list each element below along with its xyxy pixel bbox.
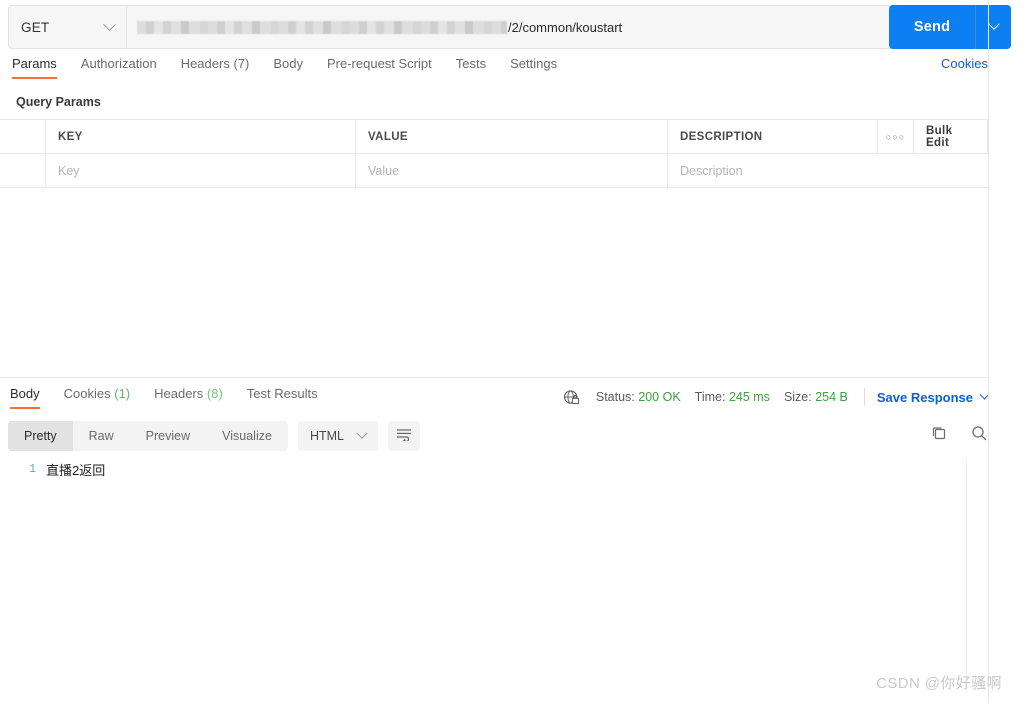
bulk-edit-label: Bulk Edit — [926, 124, 953, 149]
response-format-select[interactable]: HTML — [297, 421, 378, 451]
tab-label: Headers — [154, 386, 204, 401]
column-header-key: KEY — [46, 120, 356, 153]
view-mode-visualize[interactable]: Visualize — [206, 421, 288, 451]
save-response-label: Save Response — [876, 389, 973, 405]
response-view-mode-group: Pretty Raw Preview Visualize — [8, 421, 288, 451]
param-description-input[interactable]: Description — [668, 154, 878, 187]
url-visible-tail: /2/common/koustart — [508, 19, 623, 35]
tab-label: Cookies — [63, 386, 111, 401]
table-row: Key Value Description — [0, 154, 988, 188]
postman-app-window: GET /2/common/koustart Send Params Autho… — [0, 0, 1024, 703]
request-url-bar: GET /2/common/koustart — [8, 5, 980, 49]
request-tab-bar: Params Authorization Headers (7) Body Pr… — [0, 56, 988, 88]
line-number: 1 — [29, 463, 36, 476]
tab-label: Authorization — [80, 56, 157, 71]
column-header-description: DESCRIPTION — [668, 120, 878, 153]
tab-headers[interactable]: Headers (7) — [181, 56, 250, 79]
send-button[interactable]: Send — [889, 5, 975, 49]
watermark: CSDN @你好骚啊 — [876, 675, 1002, 692]
chevron-down-icon — [987, 18, 1000, 30]
pane-splitter[interactable] — [0, 377, 988, 378]
column-header-value: VALUE — [356, 120, 668, 153]
time-value: 245 ms — [728, 390, 770, 404]
send-options-button[interactable] — [975, 5, 1011, 49]
tab-count: (7) — [233, 56, 250, 71]
query-params-table: KEY VALUE DESCRIPTION ○○○ Bulk Edit Key … — [0, 119, 988, 188]
meta-divider — [863, 388, 865, 406]
bulk-edit-button[interactable]: Bulk Edit — [914, 120, 988, 153]
tab-label: Tests — [455, 56, 487, 71]
tab-pre-request-script[interactable]: Pre-request Script — [327, 56, 432, 79]
response-tool-icons — [930, 424, 988, 442]
size-value: 254 B — [815, 390, 848, 404]
http-method-select[interactable]: GET — [8, 5, 126, 49]
response-tab-body[interactable]: Body — [10, 386, 40, 409]
tab-label: Body — [273, 56, 303, 71]
chevron-down-icon — [103, 17, 116, 31]
response-meta-bar: Status: 200 OK Time: 245 ms Size: 254 B … — [563, 386, 990, 408]
tab-params[interactable]: Params — [12, 56, 57, 79]
response-tab-test-results[interactable]: Test Results — [247, 386, 318, 409]
table-header-row: KEY VALUE DESCRIPTION ○○○ Bulk Edit — [0, 120, 988, 154]
chevron-down-icon — [356, 427, 368, 439]
size-label: Size: 254 B — [784, 390, 848, 404]
select-all-checkbox-cell[interactable] — [0, 120, 46, 153]
tab-settings[interactable]: Settings — [510, 56, 557, 79]
time-label: Time: 245 ms — [695, 390, 770, 404]
line-content: 直播2返回 — [46, 463, 106, 478]
tab-label: Settings — [510, 56, 558, 71]
view-mode-preview[interactable]: Preview — [130, 421, 206, 451]
view-mode-raw[interactable]: Raw — [73, 421, 130, 451]
tab-label: Headers — [180, 56, 230, 71]
wrap-lines-button[interactable] — [387, 421, 420, 451]
param-key-input[interactable]: Key — [46, 154, 356, 187]
status-label-text: Status: — [595, 390, 635, 404]
save-response-button[interactable]: Save Response — [876, 389, 990, 405]
tab-count: (1) — [114, 386, 131, 401]
response-body-toolbar: Pretty Raw Preview Visualize HTML — [8, 421, 420, 451]
tab-authorization[interactable]: Authorization — [81, 56, 157, 79]
response-body-viewer[interactable]: 1 直播2返回 — [0, 456, 988, 703]
url-input[interactable]: /2/common/koustart — [126, 5, 980, 49]
ellipsis-icon: ○○○ — [885, 131, 906, 142]
wrap-lines-icon — [396, 427, 412, 446]
tab-tests[interactable]: Tests — [456, 56, 486, 79]
globe-lock-icon — [563, 389, 580, 406]
url-redacted-mosaic — [137, 20, 507, 34]
code-line: 1 直播2返回 — [0, 456, 988, 478]
time-label-text: Time: — [694, 390, 726, 404]
view-mode-pretty[interactable]: Pretty — [8, 421, 73, 451]
search-icon[interactable] — [970, 424, 988, 442]
response-tab-headers[interactable]: Headers (8) — [154, 386, 223, 409]
tab-label: Body — [10, 386, 40, 401]
tab-count: (8) — [206, 386, 223, 401]
response-format-label: HTML — [309, 429, 344, 443]
status-label: Status: 200 OK — [596, 390, 681, 404]
right-pane-divider — [988, 0, 989, 703]
param-value-input[interactable]: Value — [356, 154, 668, 187]
cookies-link[interactable]: Cookies — [941, 56, 988, 71]
query-params-heading: Query Params — [16, 95, 101, 109]
copy-icon[interactable] — [930, 424, 948, 442]
tab-label: Test Results — [246, 386, 318, 401]
table-options-button[interactable]: ○○○ — [878, 120, 914, 153]
http-method-label: GET — [21, 19, 50, 35]
send-button-group: Send — [889, 5, 1011, 49]
tab-label: Pre-request Script — [326, 56, 432, 71]
tab-label: Params — [12, 56, 57, 71]
row-checkbox-cell[interactable] — [0, 154, 46, 187]
size-label-text: Size: — [783, 390, 812, 404]
response-tab-cookies[interactable]: Cookies (1) — [64, 386, 130, 409]
response-body-scroll-track[interactable] — [966, 461, 967, 683]
row-tail-cell — [878, 154, 988, 187]
status-value: 200 OK — [638, 390, 681, 404]
tab-body[interactable]: Body — [273, 56, 303, 79]
